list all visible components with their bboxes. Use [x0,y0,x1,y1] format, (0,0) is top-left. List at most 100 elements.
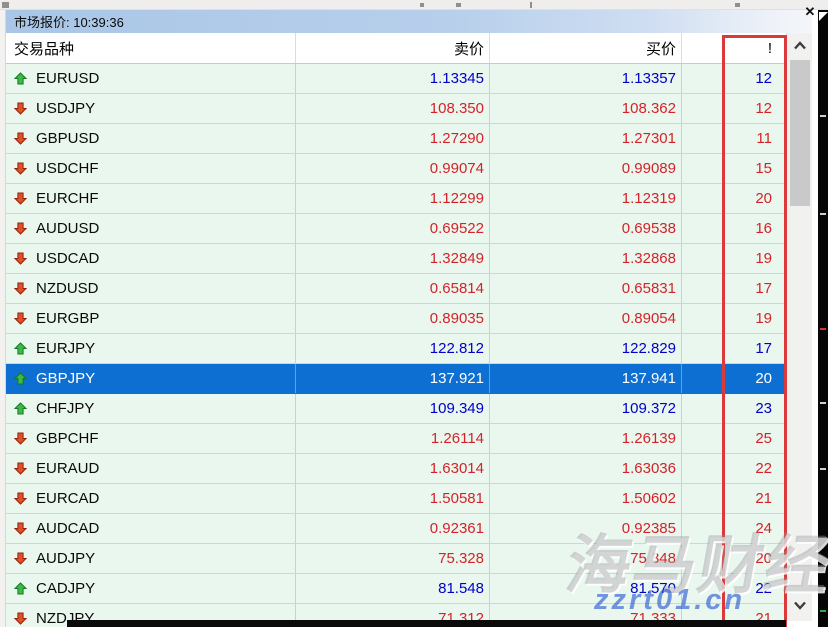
table-row[interactable]: CHFJPY 109.349 109.372 23 [6,394,786,424]
column-header-buy[interactable]: 买价 [490,33,682,63]
symbol-cell: GBPUSD [6,124,296,153]
table-row[interactable]: USDCHF 0.99074 0.99089 15 [6,154,786,184]
table-row[interactable]: NZDUSD 0.65814 0.65831 17 [6,274,786,304]
buy-price: 81.570 [490,574,682,603]
symbol-label: EURCAD [36,490,99,507]
arrow-down-icon [14,222,27,235]
column-header-symbol[interactable]: 交易品种 [6,33,296,63]
sell-price: 81.548 [296,574,490,603]
vertical-scrollbar[interactable] [786,33,812,621]
symbol-cell: USDJPY [6,94,296,123]
buy-price: 122.829 [490,334,682,363]
symbol-cell: EURCHF [6,184,296,213]
buy-price: 0.65831 [490,274,682,303]
table-row[interactable]: AUDCAD 0.92361 0.92385 24 [6,514,786,544]
spread-value: 12 [682,94,786,123]
spread-value: 17 [682,334,786,363]
spread-value: 24 [682,514,786,543]
symbol-cell: EURUSD [6,64,296,93]
arrow-up-icon [14,402,27,415]
spread-value: 12 [682,64,786,93]
symbol-cell: AUDJPY [6,544,296,573]
spread-value: 23 [682,394,786,423]
window-below-edge [67,620,786,627]
sell-price: 1.63014 [296,454,490,483]
table-row[interactable]: EURJPY 122.812 122.829 17 [6,334,786,364]
symbol-cell: GBPCHF [6,424,296,453]
sell-price: 122.812 [296,334,490,363]
table-row[interactable]: EURUSD 1.13345 1.13357 12 [6,64,786,94]
quotes-table: EURUSD 1.13345 1.13357 12 USDJPY 108.350… [6,64,786,627]
column-header-spread[interactable]: ! [682,33,786,63]
symbol-label: EURAUD [36,460,99,477]
buy-price: 108.362 [490,94,682,123]
scroll-down-icon[interactable] [787,593,813,617]
spread-value: 20 [682,544,786,573]
symbol-cell: AUDCAD [6,514,296,543]
table-row[interactable]: GBPUSD 1.27290 1.27301 11 [6,124,786,154]
toolbar-mark [420,3,424,7]
buy-price: 1.12319 [490,184,682,213]
column-header-sell[interactable]: 卖价 [296,33,490,63]
buy-price: 109.372 [490,394,682,423]
market-watch-screen: 市场报价: 10:39:36 ✕ 交易品种 卖价 买价 ! EURUSD 1.1… [0,0,828,627]
symbol-cell: EURCAD [6,484,296,513]
window-title: 市场报价: 10:39:36 [14,12,124,31]
symbol-label: EURJPY [36,340,95,357]
scrollbar-thumb[interactable] [790,60,810,206]
buy-price: 1.50602 [490,484,682,513]
buy-price: 0.69538 [490,214,682,243]
table-row[interactable]: GBPCHF 1.26114 1.26139 25 [6,424,786,454]
chart-tick [820,468,826,470]
table-row[interactable]: EURGBP 0.89035 0.89054 19 [6,304,786,334]
symbol-label: USDCAD [36,250,99,267]
symbol-cell: AUDUSD [6,214,296,243]
arrow-up-icon [14,582,27,595]
arrow-up-icon [14,372,27,385]
symbol-cell: CADJPY [6,574,296,603]
spread-value: 15 [682,154,786,183]
table-row[interactable]: EURCHF 1.12299 1.12319 20 [6,184,786,214]
spread-value: 22 [682,454,786,483]
sell-price: 137.921 [296,364,490,393]
chart-tick-green [820,610,826,612]
sell-price: 0.69522 [296,214,490,243]
symbol-label: GBPCHF [36,430,99,447]
table-row[interactable]: CADJPY 81.548 81.570 22 [6,574,786,604]
table-row[interactable]: AUDUSD 0.69522 0.69538 16 [6,214,786,244]
table-row[interactable]: USDJPY 108.350 108.362 12 [6,94,786,124]
chart-tick [820,402,826,404]
arrow-down-icon [14,132,27,145]
arrow-down-icon [14,612,27,625]
buy-price: 0.89054 [490,304,682,333]
symbol-cell: USDCHF [6,154,296,183]
arrow-down-icon [14,102,27,115]
close-icon[interactable]: ✕ [800,2,820,21]
spread-value: 19 [682,244,786,273]
symbol-label: EURCHF [36,190,99,207]
table-row[interactable]: USDCAD 1.32849 1.32868 19 [6,244,786,274]
table-row[interactable]: EURAUD 1.63014 1.63036 22 [6,454,786,484]
table-row[interactable]: AUDJPY 75.328 75.348 20 [6,544,786,574]
buy-price: 0.92385 [490,514,682,543]
titlebar[interactable]: 市场报价: 10:39:36 [6,10,812,33]
table-row[interactable]: GBPJPY 137.921 137.941 20 [6,364,786,394]
sell-price: 75.328 [296,544,490,573]
symbol-label: GBPUSD [36,130,99,147]
arrow-down-icon [14,552,27,565]
symbol-label: NZDUSD [36,280,99,297]
symbol-cell: NZDUSD [6,274,296,303]
table-row[interactable]: EURCAD 1.50581 1.50602 21 [6,484,786,514]
sell-price: 1.50581 [296,484,490,513]
sell-price: 1.13345 [296,64,490,93]
sell-price: 108.350 [296,94,490,123]
chart-tick [820,115,826,117]
spread-value: 20 [682,364,786,393]
sell-price: 0.99074 [296,154,490,183]
spread-value: 16 [682,214,786,243]
symbol-label: CHFJPY [36,400,94,417]
sell-price: 1.12299 [296,184,490,213]
chart-tick [820,213,826,215]
scroll-up-icon[interactable] [787,33,813,57]
spread-value: 21 [682,484,786,513]
